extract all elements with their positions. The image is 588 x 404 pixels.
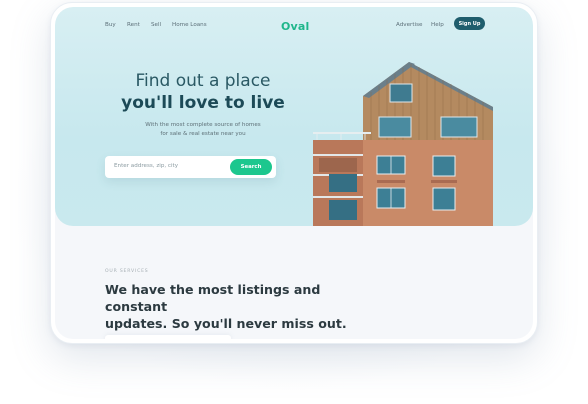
service-card[interactable] bbox=[105, 335, 231, 339]
section-title-line2: updates. So you'll never miss out. bbox=[105, 316, 347, 331]
browser-screen: Buy Rent Sell Home Loans Oval Advertise … bbox=[55, 7, 533, 339]
logo[interactable]: Oval bbox=[281, 20, 310, 33]
nav-link-buy[interactable]: Buy bbox=[105, 22, 116, 28]
hero-subtitle: With the most complete source of homes f… bbox=[123, 121, 283, 139]
nav-link-home-loans[interactable]: Home Loans bbox=[172, 22, 207, 28]
building-image bbox=[313, 62, 493, 226]
search-bar[interactable]: Enter address, zip, city Search bbox=[105, 156, 276, 178]
section-title: We have the most listings and constant u… bbox=[105, 281, 375, 332]
section-title-line1: We have the most listings and constant bbox=[105, 282, 321, 314]
search-input[interactable]: Enter address, zip, city bbox=[114, 163, 178, 169]
hero-section: Buy Rent Sell Home Loans Oval Advertise … bbox=[55, 7, 533, 226]
signup-button[interactable]: Sign Up bbox=[454, 17, 485, 30]
hero-title-line1: Find out a place bbox=[135, 71, 271, 91]
device-frame: Buy Rent Sell Home Loans Oval Advertise … bbox=[50, 2, 538, 344]
hero-subtitle-line2: for sale & real estate near you bbox=[160, 131, 246, 137]
nav-link-sell[interactable]: Sell bbox=[151, 22, 161, 28]
nav-link-advertise[interactable]: Advertise bbox=[396, 22, 422, 28]
nav-link-rent[interactable]: Rent bbox=[127, 22, 140, 28]
search-button[interactable]: Search bbox=[230, 159, 272, 175]
section-label: OUR SERVICES bbox=[105, 269, 149, 274]
top-nav: Buy Rent Sell Home Loans Oval Advertise … bbox=[55, 17, 533, 34]
hero-title-line2: you'll love to live bbox=[121, 93, 285, 113]
nav-link-help[interactable]: Help bbox=[431, 22, 444, 28]
hero-subtitle-line1: With the most complete source of homes bbox=[145, 122, 261, 128]
